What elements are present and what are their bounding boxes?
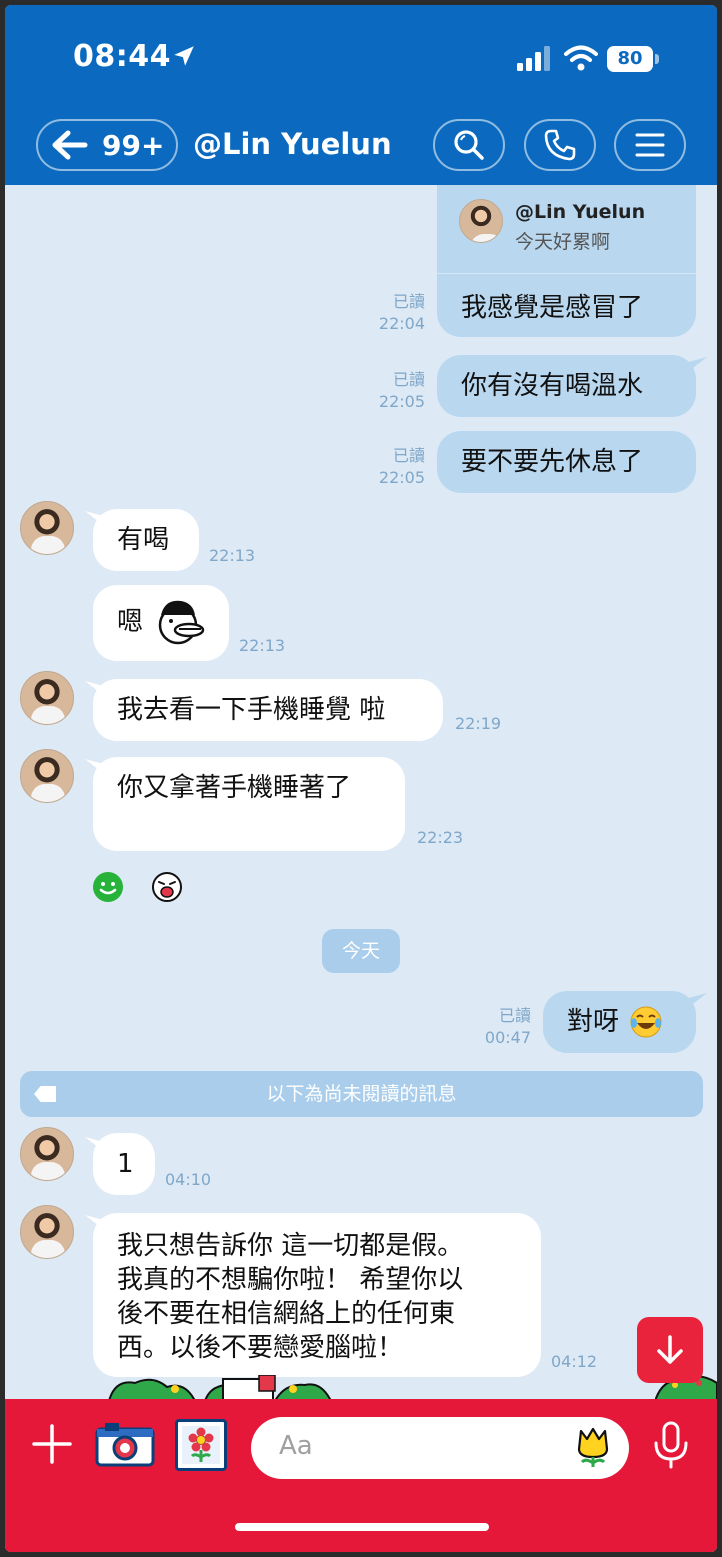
incoming-message[interactable]: 1 [93,1133,155,1195]
incoming-message[interactable]: 我去看一下手機睡覺 啦 [93,679,443,741]
message-meta: 已讀 22:04 [361,291,425,335]
search-icon [454,130,484,160]
message-line: 我真的不想騙你啦！ 希望你以 [117,1265,464,1295]
message-time: 22:23 [417,828,464,847]
unread-divider-text: 以下為尚未閱讀的訊息 [266,1083,457,1105]
incoming-message[interactable]: 有喝 [93,509,199,571]
message-time: 22:13 [209,546,256,565]
contact-avatar[interactable] [20,501,74,555]
message-meta: 已讀 22:05 [361,369,425,413]
flower-photo-icon [182,1426,220,1464]
outgoing-message[interactable]: 你有沒有喝溫水 [437,355,696,417]
contact-avatar[interactable] [20,1127,74,1181]
message-time: 04:10 [165,1170,212,1189]
chat-header: 08:44 80 99+ @Lin Yuelun [5,5,717,185]
unread-divider: 以下為尚未閱讀的訊息 [20,1071,703,1117]
tag-icon [34,1086,56,1102]
photo-gallery-button[interactable] [175,1419,227,1471]
sticker-emoji-icon [158,600,205,645]
composer-bar: Aa [5,1399,717,1552]
message-text: 我去看一下手機睡覺 啦 [117,695,386,725]
message-text: 1 [117,1149,134,1179]
outgoing-message[interactable]: 要不要先休息了 [437,431,696,493]
incoming-message[interactable]: 嗯 [93,585,229,661]
quoted-text: 今天好累啊 [515,231,611,253]
cellular-signal-icon [517,46,550,71]
message-text: 嗯 [117,607,144,637]
arrow-left-icon [52,130,88,160]
message-text: 你有沒有喝溫水 [461,371,644,401]
message-meta: 已讀 00:47 [467,1005,531,1049]
plus-icon[interactable] [31,1423,73,1465]
quoted-sender: @Lin Yuelun [515,201,646,223]
message-meta: 已讀 22:05 [361,445,425,489]
message-time: 22:19 [455,714,502,733]
reply-divider [437,273,696,274]
message-line: 西。以後不要戀愛腦啦！ [117,1333,404,1363]
message-time: 00:47 [484,1028,531,1047]
outgoing-message[interactable]: 對呀 [543,991,696,1053]
contact-avatar[interactable] [20,749,74,803]
search-button[interactable] [433,119,505,171]
contact-avatar[interactable] [20,1205,74,1259]
sticker-preview-icon [107,1375,333,1401]
battery-indicator: 80 [607,46,661,72]
back-button[interactable]: 99+ [36,119,178,171]
scroll-to-bottom-button[interactable] [637,1317,703,1383]
read-receipt: 已讀 [498,1006,531,1025]
menu-button[interactable] [614,119,686,171]
message-text: 要不要先休息了 [461,447,644,477]
message-text: 對呀 [567,1007,620,1037]
reply-message-bubble[interactable]: @Lin Yuelun 今天好累啊 我感覺是感冒了 [437,185,696,337]
message-input[interactable]: Aa [251,1417,629,1479]
message-text: 你又拿著手機睡著了 [117,773,352,803]
chat-title: @Lin Yuelun [193,127,392,161]
home-indicator [235,1523,489,1531]
message-time: 22:05 [378,392,425,411]
message-text: 有喝 [117,525,170,555]
chat-screen: 08:44 80 99+ @Lin Yuelun @Lin Yuelun 今天好… [5,5,717,1552]
quoted-avatar [459,199,503,243]
unread-count: 99+ [102,128,165,162]
sticker-picker-icon[interactable] [573,1427,613,1469]
message-line: 後不要在相信網絡上的任何東 [117,1299,456,1329]
call-button[interactable] [524,119,596,171]
message-time: 22:13 [239,636,286,655]
incoming-message[interactable]: 你又拿著手機睡著了 [93,757,405,851]
message-line: 我只想告訴你 這一切都是假。 [117,1231,464,1261]
message-time: 22:05 [378,468,425,487]
wifi-icon [564,45,598,71]
laugh-reaction-icon[interactable] [151,871,183,903]
arrow-down-icon [657,1335,683,1364]
battery-tip [655,54,659,64]
message-input-placeholder: Aa [279,1431,313,1461]
camera-icon[interactable] [95,1421,155,1467]
phone-icon [544,129,576,161]
message-time: 04:12 [551,1352,598,1371]
hamburger-menu-icon [635,133,665,157]
date-divider: 今天 [322,929,400,973]
incoming-message[interactable]: 我只想告訴你 這一切都是假。 我真的不想騙你啦！ 希望你以 後不要在相信網絡上的… [93,1213,541,1377]
read-receipt: 已讀 [392,446,425,465]
message-text: 我感覺是感冒了 [461,293,644,323]
location-arrow-icon [174,46,194,66]
read-receipt: 已讀 [392,370,425,389]
microphone-icon[interactable] [651,1421,691,1469]
battery-level: 80 [607,46,653,72]
smile-reaction-icon[interactable] [92,871,124,903]
contact-avatar[interactable] [20,671,74,725]
read-receipt: 已讀 [392,292,425,311]
message-time: 22:04 [378,314,425,333]
crying-laughing-emoji-icon [630,1006,662,1038]
status-time: 08:44 [73,39,171,74]
